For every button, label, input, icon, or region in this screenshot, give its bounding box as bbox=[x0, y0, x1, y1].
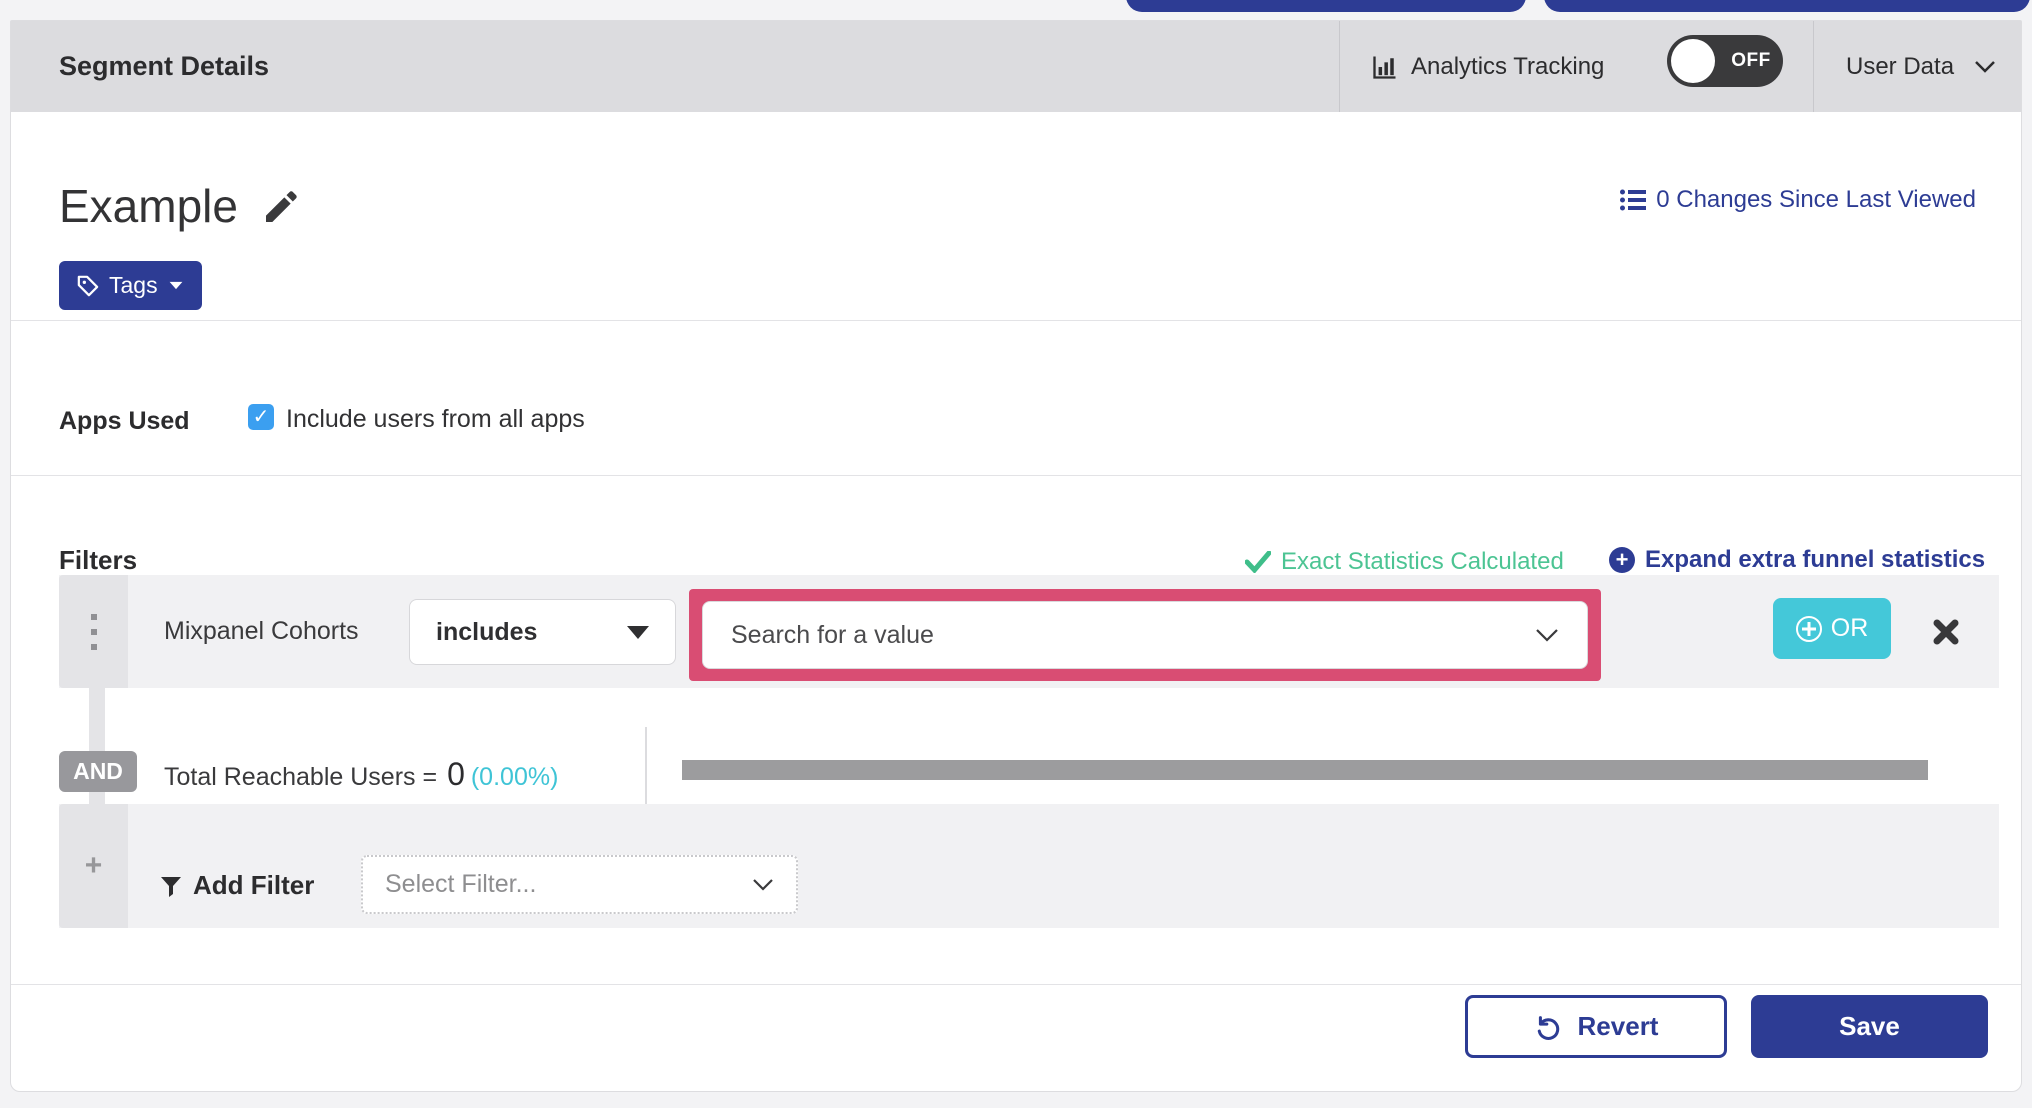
exact-statistics-label: Exact Statistics Calculated bbox=[1281, 548, 1564, 575]
segment-name: Example bbox=[59, 180, 238, 232]
chevron-down-icon bbox=[1975, 60, 1995, 73]
analytics-tracking-label-group: Analytics Tracking bbox=[1371, 53, 1604, 81]
add-filter-row: + Add Filter Select Filter... bbox=[59, 804, 1999, 928]
section-divider-1 bbox=[11, 320, 2021, 321]
add-filter-label-group: Add Filter bbox=[159, 870, 314, 901]
card-header-bar: Segment Details Analytics Tracking OFF U… bbox=[11, 21, 2021, 112]
header-divider-2 bbox=[1813, 21, 1814, 112]
value-search-placeholder: Search for a value bbox=[731, 620, 934, 649]
analytics-tracking-label: Analytics Tracking bbox=[1411, 52, 1605, 80]
close-x-icon bbox=[1933, 619, 1959, 645]
list-icon bbox=[1620, 189, 1647, 211]
segment-details-card: Segment Details Analytics Tracking OFF U… bbox=[10, 20, 2022, 1092]
changes-since-last-viewed-link[interactable]: 0 Changes Since Last Viewed bbox=[1620, 186, 1976, 214]
tag-icon bbox=[77, 275, 99, 296]
reachable-label: Total Reachable Users = bbox=[164, 763, 438, 791]
drag-handle[interactable] bbox=[59, 575, 128, 688]
tags-button[interactable]: Tags bbox=[59, 261, 202, 310]
total-reachable-users: Total Reachable Users = 0 (0.00%) bbox=[164, 756, 558, 793]
plus-circle-icon: + bbox=[1609, 547, 1635, 573]
operator-value: includes bbox=[436, 617, 538, 646]
footer-divider bbox=[11, 984, 2021, 985]
revert-button-label: Revert bbox=[1577, 1011, 1659, 1041]
include-all-apps-checkbox[interactable]: ✓ bbox=[248, 404, 274, 430]
filter-name-label: Mixpanel Cohorts bbox=[164, 617, 359, 645]
reachable-percent: (0.00%) bbox=[470, 763, 559, 791]
filters-heading: Filters bbox=[59, 545, 138, 575]
analytics-tracking-toggle[interactable]: OFF bbox=[1667, 35, 1783, 87]
toggle-knob bbox=[1671, 39, 1715, 83]
add-filter-label: Add Filter bbox=[193, 870, 315, 900]
plus-icon: + bbox=[84, 849, 103, 882]
apps-used-label: Apps Used bbox=[59, 407, 190, 435]
value-search-dropdown[interactable]: Search for a value bbox=[702, 601, 1588, 669]
check-icon bbox=[1245, 551, 1271, 573]
filter-row: Mixpanel Cohorts includes Search for a v… bbox=[59, 575, 1999, 688]
drag-dot-icon bbox=[90, 628, 97, 635]
bar-chart-icon bbox=[1373, 56, 1396, 79]
revert-undo-icon bbox=[1537, 1015, 1559, 1040]
toggle-state-label: OFF bbox=[1731, 50, 1771, 71]
include-all-apps-label[interactable]: Include users from all apps bbox=[286, 405, 585, 434]
plus-circle-icon bbox=[1795, 615, 1822, 642]
drag-dot-icon bbox=[90, 613, 97, 620]
operator-dropdown[interactable]: includes bbox=[409, 599, 676, 665]
exact-statistics-status: Exact Statistics Calculated bbox=[1245, 548, 1564, 576]
and-connector-badge: AND bbox=[59, 751, 137, 792]
caret-down-icon bbox=[169, 281, 182, 290]
remove-filter-button[interactable] bbox=[1931, 617, 1961, 647]
revert-button[interactable]: Revert bbox=[1465, 995, 1727, 1058]
select-filter-placeholder: Select Filter... bbox=[385, 870, 537, 898]
select-filter-dropdown[interactable]: Select Filter... bbox=[361, 855, 798, 914]
expand-funnel-statistics-link[interactable]: + Expand extra funnel statistics bbox=[1609, 546, 1985, 574]
reachable-users-progress-bar bbox=[682, 760, 1928, 780]
page-title: Segment Details bbox=[59, 51, 270, 81]
vertical-divider bbox=[645, 727, 647, 811]
top-nav-button-partial-left[interactable] bbox=[1126, 0, 1526, 12]
segment-details-page: Segment Details Analytics Tracking OFF U… bbox=[0, 0, 2032, 1108]
chevron-down-icon bbox=[1536, 628, 1558, 642]
add-or-condition-button[interactable]: OR bbox=[1773, 598, 1891, 659]
header-divider-1 bbox=[1339, 21, 1340, 112]
expand-funnel-statistics-label: Expand extra funnel statistics bbox=[1645, 546, 1986, 573]
add-filter-handle-column: + bbox=[59, 804, 128, 928]
chevron-down-icon bbox=[753, 878, 773, 891]
highlight-outline: Search for a value bbox=[689, 589, 1601, 681]
user-data-label: User Data bbox=[1846, 52, 1955, 80]
drag-dot-icon bbox=[90, 643, 97, 650]
changes-link-label: 0 Changes Since Last Viewed bbox=[1656, 186, 1976, 213]
reachable-value: 0 bbox=[447, 756, 465, 792]
edit-pencil-icon[interactable] bbox=[261, 187, 301, 227]
or-button-label: OR bbox=[1830, 614, 1869, 642]
section-divider-2 bbox=[11, 475, 2021, 476]
save-button[interactable]: Save bbox=[1751, 995, 1988, 1058]
user-data-dropdown[interactable]: User Data bbox=[1846, 53, 1996, 81]
tags-button-label: Tags bbox=[109, 272, 158, 298]
top-nav-button-partial-right[interactable] bbox=[1544, 0, 2030, 12]
funnel-filter-icon bbox=[161, 876, 181, 897]
caret-down-icon bbox=[627, 625, 649, 639]
